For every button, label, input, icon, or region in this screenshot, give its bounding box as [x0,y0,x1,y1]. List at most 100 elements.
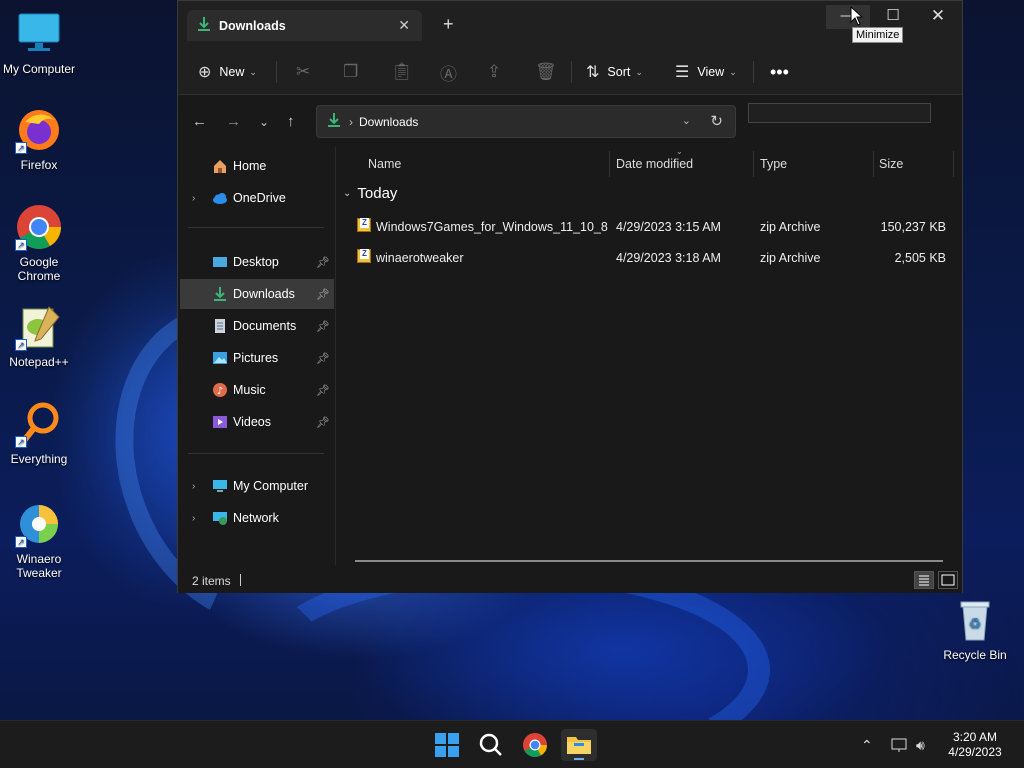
magnifier-icon: ↗ [15,400,63,448]
show-hidden-icons-button[interactable]: ⌃ [861,737,873,754]
pin-icon[interactable]: 📌︎ [316,352,330,365]
scissors-icon: ✂ [296,62,311,81]
column-divider[interactable] [953,151,954,177]
column-divider[interactable] [873,151,874,177]
column-header-type[interactable]: Type [760,157,787,171]
ethernet-icon [891,738,907,752]
view-button[interactable]: ☰ View ⌄ [675,59,737,85]
desktop-icon-my-computer[interactable]: My Computer [1,10,77,76]
copy-button[interactable]: ❐ [343,59,358,85]
nav-item-desktop[interactable]: Desktop 📌︎ [180,247,334,277]
system-clock[interactable]: 3:20 AM 4/29/2023 [930,730,1020,760]
chrome-icon: ↗ [15,203,63,251]
more-options-button[interactable]: ••• [770,59,789,85]
large-icons-view-button[interactable] [938,571,958,589]
nav-item-label: Music [233,383,266,397]
delete-button[interactable]: 🗑︎ [535,59,557,85]
file-row[interactable]: winaerotweaker 4/29/2023 3:18 AM zip Arc… [337,246,957,272]
column-header-name[interactable]: Name [368,157,401,171]
pin-icon[interactable]: 📌︎ [316,288,330,301]
view-label: View [697,65,725,79]
pin-icon[interactable]: 📌︎ [316,320,330,333]
video-icon [212,414,228,430]
chevron-down-icon: ⌄ [729,66,737,77]
address-row: ← → ⌄ ↑ › Downloads ⌄ ↻ [178,95,962,147]
taskbar-chrome[interactable] [517,729,553,761]
forward-button[interactable]: → [226,113,241,130]
search-button[interactable] [473,729,509,761]
file-list: Name ⌄ Date modified Type Size ⌄ Today W… [337,147,962,565]
pin-icon[interactable]: 📌︎ [316,384,330,397]
search-input[interactable] [748,103,931,123]
share-icon: ⇪ [487,62,502,81]
column-header-size[interactable]: Size [879,157,903,171]
nav-item-onedrive[interactable]: › OneDrive [180,183,334,213]
pin-icon[interactable]: 📌︎ [316,256,330,269]
arrow-up-icon: ↑ [287,113,295,130]
desktop-icon-notepadpp[interactable]: ↗ Notepad++ [1,303,77,369]
pin-icon[interactable]: 📌︎ [316,416,330,429]
column-header-date[interactable]: Date modified [616,157,693,171]
sort-button[interactable]: ⇅ Sort ⌄ [586,59,643,85]
firefox-icon: ↗ [15,106,63,154]
close-window-button[interactable]: ✕ [916,5,960,29]
tab-label: Downloads [219,18,286,33]
expand-chevron-icon[interactable]: › [192,481,195,492]
desktop-icon-label: Notepad++ [9,355,69,369]
refresh-icon[interactable]: ↻ [710,112,723,130]
chevron-down-icon: ⌄ [635,66,643,77]
list-view-icon: ☰ [675,64,690,81]
desktop-icon-chrome[interactable]: ↗ Google Chrome [1,203,77,283]
svg-text:♪: ♪ [217,386,223,397]
desktop-icon-everything[interactable]: ↗ Everything [1,400,77,466]
nav-item-documents[interactable]: Documents 📌︎ [180,311,334,341]
file-row[interactable]: Windows7Games_for_Windows_11_10_8 4/29/2… [337,215,957,241]
maximize-button[interactable]: ☐ [871,5,915,29]
rename-button[interactable]: Ⓐ [440,59,457,85]
share-button[interactable]: ⇪ [487,59,501,85]
nav-item-home[interactable]: Home [180,151,334,181]
horizontal-scrollbar[interactable] [355,560,943,562]
new-tab-button[interactable]: + [443,14,454,35]
network-status-icon[interactable] [891,737,909,756]
nav-item-label: Desktop [233,255,279,269]
desktop-icon-winaero[interactable]: ↗ Winaero Tweaker [1,500,77,580]
desktop-icon-firefox[interactable]: ↗ Firefox [1,106,77,172]
nav-item-videos[interactable]: Videos 📌︎ [180,407,334,437]
cut-button[interactable]: ✂ [296,59,310,85]
start-button[interactable] [429,729,465,761]
nav-item-my-computer[interactable]: › My Computer [180,471,334,501]
search-icon [479,733,502,756]
desktop-icon-recycle-bin[interactable]: ♻ Recycle Bin [937,596,1013,662]
nav-item-downloads[interactable]: Downloads 📌︎ [180,279,334,309]
title-bar[interactable]: Downloads ✕ + — ☐ ✕ Minimize [178,1,962,49]
new-button[interactable]: ⊕ New ⌄ [198,59,257,85]
volume-icon[interactable]: 🔊︎ [916,737,925,754]
close-tab-icon[interactable]: ✕ [398,17,410,34]
nav-item-label: Downloads [233,287,295,301]
breadcrumb-downloads[interactable]: Downloads [359,115,418,129]
zip-archive-icon [357,249,371,263]
details-view-button[interactable] [914,571,934,589]
tab-downloads[interactable]: Downloads ✕ [187,10,422,41]
recycle-bin-icon: ♻ [951,596,999,644]
recent-locations-button[interactable]: ⌄ [259,115,269,129]
paste-button[interactable]: 📋︎ [391,59,413,85]
expand-chevron-icon[interactable]: › [192,513,195,524]
nav-item-pictures[interactable]: Pictures 📌︎ [180,343,334,373]
tiles-view-icon [941,574,955,586]
up-button[interactable]: ↑ [287,113,295,130]
navigation-pane: Home › OneDrive Desktop 📌︎ Downloads 📌︎ … [178,147,336,565]
nav-item-music[interactable]: ♪ Music 📌︎ [180,375,334,405]
back-button[interactable]: ← [192,113,207,130]
home-icon [212,158,228,174]
address-dropdown-icon[interactable]: ⌄ [682,114,691,127]
column-divider[interactable] [753,151,754,177]
column-divider[interactable] [609,151,610,177]
group-header-today[interactable]: ⌄ Today [343,185,397,202]
address-bar[interactable]: › Downloads ⌄ ↻ [316,105,736,138]
expand-chevron-icon[interactable]: › [192,193,195,204]
shortcut-arrow-icon: ↗ [15,436,27,448]
nav-item-network[interactable]: › Network [180,503,334,533]
taskbar-file-explorer[interactable] [561,729,597,761]
